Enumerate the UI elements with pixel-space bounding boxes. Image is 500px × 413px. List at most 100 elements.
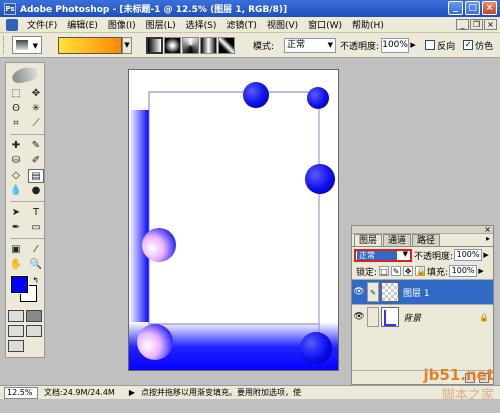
photoshop-app-icon: Ps bbox=[4, 2, 16, 15]
mode-select[interactable]: 正常 ▼ bbox=[284, 37, 337, 53]
watermark-url: jb51.net bbox=[423, 366, 494, 384]
eyedropper-tool-icon[interactable]: ⁄ bbox=[28, 243, 44, 257]
status-hint: 点按并拖移以用渐变填充。要用附加选项，使 bbox=[140, 388, 301, 397]
quick-mask-mode-button[interactable] bbox=[26, 310, 42, 322]
document-icon[interactable] bbox=[6, 18, 18, 31]
jump-to-imageready-button[interactable] bbox=[8, 340, 24, 352]
layer-row[interactable]: 👁 ✎ 图层 1 bbox=[352, 279, 493, 304]
layers-panel-titlebar[interactable]: × bbox=[352, 225, 493, 234]
gradient-picker-dropdown[interactable]: ▼ bbox=[122, 36, 132, 54]
gradient-editor-swatch[interactable] bbox=[58, 36, 122, 54]
opacity-slider-arrow-icon[interactable]: ▶ bbox=[482, 251, 490, 259]
tab-paths[interactable]: 路径 bbox=[412, 234, 441, 246]
history-brush-tool-icon[interactable]: ✐ bbox=[28, 154, 44, 168]
hand-tool-icon[interactable]: ✋ bbox=[8, 258, 24, 272]
play-arrow-icon[interactable]: ▶ bbox=[129, 388, 135, 397]
dither-checkbox[interactable]: ✓ bbox=[463, 40, 474, 50]
rectangle-tool-icon[interactable]: ▭ bbox=[28, 221, 44, 235]
blue-sphere bbox=[307, 87, 329, 109]
magic-wand-tool-icon[interactable]: ✳ bbox=[28, 102, 44, 116]
minimize-button[interactable]: _ bbox=[448, 1, 463, 15]
menu-file[interactable]: 文件(F) bbox=[22, 18, 62, 31]
swap-colors-icon[interactable]: ↰ bbox=[32, 276, 39, 285]
move-tool-icon[interactable]: ✥ bbox=[28, 87, 44, 101]
linear-gradient-button[interactable] bbox=[146, 36, 163, 54]
toolbox-divider bbox=[10, 238, 44, 240]
close-icon[interactable]: × bbox=[484, 225, 491, 234]
opacity-slider-arrow-icon[interactable]: ▶ bbox=[409, 38, 417, 53]
options-grip[interactable] bbox=[3, 36, 6, 54]
eraser-tool-icon[interactable]: ◇ bbox=[8, 169, 24, 183]
blur-tool-icon[interactable]: 💧 bbox=[8, 184, 24, 198]
link-box[interactable] bbox=[367, 307, 379, 327]
radial-gradient-button[interactable] bbox=[164, 36, 181, 54]
layer-thumbnail bbox=[381, 282, 399, 302]
layer-row[interactable]: 👁 背景 🔒 bbox=[352, 304, 493, 329]
maximize-button[interactable]: □ bbox=[465, 1, 480, 15]
opacity-input[interactable]: 100% bbox=[381, 37, 410, 53]
fill-input[interactable]: 100% bbox=[449, 265, 478, 277]
path-selection-tool-icon[interactable]: ➤ bbox=[8, 206, 24, 220]
type-tool-icon[interactable]: T bbox=[28, 206, 44, 220]
lasso-tool-icon[interactable]: ʘ bbox=[8, 102, 24, 116]
blend-mode-select[interactable]: 正常 ▼ bbox=[354, 248, 412, 262]
eye-icon[interactable]: 👁 bbox=[352, 312, 366, 322]
crop-tool-icon[interactable]: ⌗ bbox=[8, 117, 24, 131]
menu-edit[interactable]: 编辑(E) bbox=[62, 18, 103, 31]
standard-mode-button[interactable] bbox=[8, 310, 24, 322]
foreground-color-swatch[interactable] bbox=[10, 275, 29, 294]
marquee-tool-icon[interactable]: ⬚ bbox=[8, 87, 24, 101]
layer-name: 背景 bbox=[403, 313, 422, 324]
reverse-checkbox[interactable] bbox=[425, 40, 436, 50]
menu-window[interactable]: 窗口(W) bbox=[303, 18, 347, 31]
gradient-sphere bbox=[137, 324, 173, 360]
zoom-input[interactable]: 12.5% bbox=[4, 386, 38, 399]
brush-tool-icon[interactable]: ✎ bbox=[28, 139, 44, 153]
opacity-label: 不透明度: bbox=[340, 41, 380, 52]
eye-icon[interactable]: 👁 bbox=[352, 287, 366, 297]
lock-position-icon[interactable]: ✥ bbox=[403, 266, 414, 276]
clone-stamp-tool-icon[interactable]: ⛁ bbox=[8, 154, 24, 168]
brush-link-icon[interactable]: ✎ bbox=[367, 282, 379, 302]
panel-menu-icon[interactable]: ▸ bbox=[486, 234, 493, 246]
menu-layer[interactable]: 图层(L) bbox=[141, 18, 181, 31]
lock-all-icon[interactable]: 🔒 bbox=[415, 266, 426, 276]
reflected-gradient-button[interactable] bbox=[200, 36, 217, 54]
screen-mode-standard-button[interactable] bbox=[8, 325, 24, 337]
canvas-artwork bbox=[129, 82, 338, 370]
document-canvas[interactable] bbox=[128, 69, 339, 371]
layer-opacity-label: 不透明度: bbox=[414, 251, 454, 262]
layer-opacity-input[interactable]: 100% bbox=[454, 249, 483, 261]
lock-transparency-icon[interactable]: □ bbox=[379, 266, 390, 276]
tab-layers[interactable]: 图层 bbox=[354, 234, 383, 246]
diamond-gradient-button[interactable] bbox=[218, 36, 235, 54]
fill-slider-arrow-icon[interactable]: ▶ bbox=[477, 267, 485, 275]
angle-gradient-button[interactable] bbox=[182, 36, 199, 54]
gradient-tool-icon[interactable]: ▤ bbox=[28, 169, 44, 183]
notes-tool-icon[interactable]: ▣ bbox=[8, 243, 24, 257]
options-bar: ▼ ▼ 模式: 正常 ▼ 不透明度: 100% ▶ 反向 ✓ 仿色 bbox=[0, 33, 500, 58]
doc-restore-button[interactable]: ❐ bbox=[470, 19, 483, 30]
doc-minimize-button[interactable]: _ bbox=[456, 19, 469, 30]
toolbox: ⬚ ✥ ʘ ✳ ⌗ ⟋ ✚ ✎ ⛁ ✐ ◇ ▤ 💧 ● ➤ T ✒ ▭ ▣ ⁄ … bbox=[5, 62, 45, 358]
pen-tool-icon[interactable]: ✒ bbox=[8, 221, 24, 235]
zoom-tool-icon[interactable]: 🔍 bbox=[28, 258, 44, 272]
tab-channels[interactable]: 通道 bbox=[383, 234, 412, 246]
menu-select[interactable]: 选择(S) bbox=[181, 18, 222, 31]
screen-mode-full-button[interactable] bbox=[26, 325, 42, 337]
tool-preset-picker[interactable]: ▼ bbox=[12, 36, 42, 54]
menu-help[interactable]: 帮助(H) bbox=[347, 18, 389, 31]
toolbox-divider bbox=[10, 134, 44, 136]
lock-pixels-icon[interactable]: ✎ bbox=[391, 266, 402, 276]
slice-tool-icon[interactable]: ⟋ bbox=[28, 117, 44, 131]
menu-view[interactable]: 视图(V) bbox=[262, 18, 303, 31]
doc-close-button[interactable]: × bbox=[484, 19, 497, 30]
dodge-tool-icon[interactable]: ● bbox=[28, 184, 44, 198]
close-button[interactable]: × bbox=[482, 1, 497, 15]
toolbox-divider bbox=[10, 201, 44, 203]
toolbox-header bbox=[6, 63, 44, 87]
menu-image[interactable]: 图像(I) bbox=[103, 18, 141, 31]
healing-brush-tool-icon[interactable]: ✚ bbox=[8, 139, 24, 153]
chevron-down-icon: ▼ bbox=[402, 249, 408, 258]
menu-filter[interactable]: 滤镜(T) bbox=[221, 18, 262, 31]
